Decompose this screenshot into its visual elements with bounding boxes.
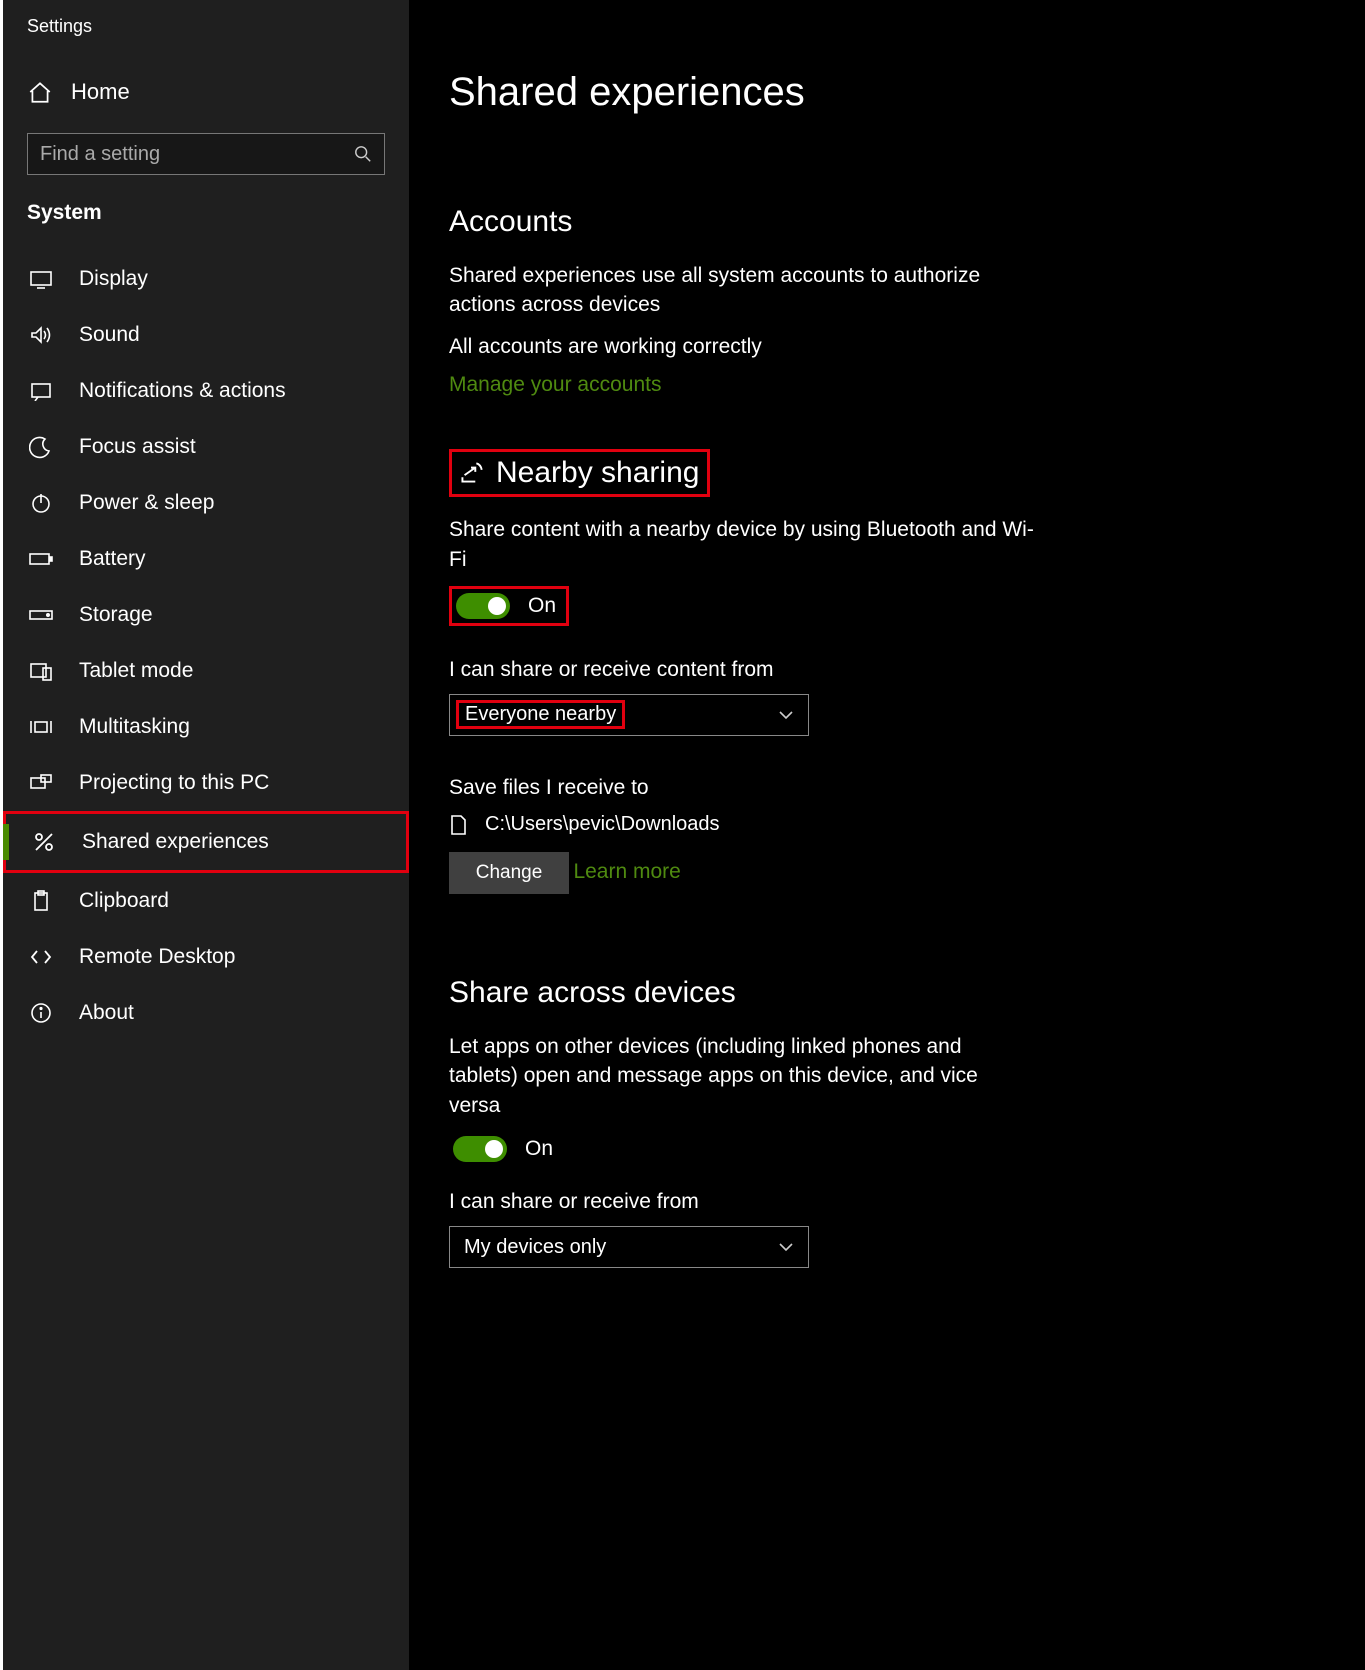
nav-label: Projecting to this PC (79, 771, 269, 795)
nav-display[interactable]: Display (3, 251, 409, 307)
nav-storage[interactable]: Storage (3, 587, 409, 643)
power-icon (27, 491, 55, 515)
accounts-heading: Accounts (449, 205, 1365, 239)
nav-about[interactable]: About (3, 985, 409, 1041)
notifications-icon (27, 379, 55, 403)
window-title: Settings (3, 10, 409, 51)
search-icon (354, 145, 372, 163)
nav-label: Display (79, 267, 148, 291)
across-receive-heading: I can share or receive from (449, 1190, 1365, 1214)
nav-label: Focus assist (79, 435, 196, 459)
nav-focus-assist[interactable]: Focus assist (3, 419, 409, 475)
nearby-receive-heading: I can share or receive content from (449, 658, 1365, 682)
nav-sound[interactable]: Sound (3, 307, 409, 363)
nav-tablet-mode[interactable]: Tablet mode (3, 643, 409, 699)
nearby-toggle-label: On (528, 594, 556, 618)
nearby-receive-value: Everyone nearby (456, 700, 625, 729)
search-box[interactable] (27, 133, 385, 175)
nav-label: Tablet mode (79, 659, 193, 683)
info-icon (27, 1001, 55, 1025)
nav-remote-desktop[interactable]: Remote Desktop (3, 929, 409, 985)
nav-clipboard[interactable]: Clipboard (3, 873, 409, 929)
nearby-heading: Nearby sharing (496, 456, 699, 490)
clipboard-icon (27, 889, 55, 913)
shared-experiences-icon (30, 830, 58, 854)
nav-projecting[interactable]: Projecting to this PC (3, 755, 409, 811)
projecting-icon (27, 771, 55, 795)
nav-multitasking[interactable]: Multitasking (3, 699, 409, 755)
nav-label: Shared experiences (82, 830, 269, 854)
across-toggle-row: On (449, 1132, 1365, 1166)
remote-desktop-icon (27, 945, 55, 969)
search-input[interactable] (40, 143, 354, 166)
nearby-heading-highlight: Nearby sharing (449, 449, 710, 497)
multitasking-icon (27, 715, 55, 739)
home-icon (27, 81, 53, 103)
nearby-heading-row: Nearby sharing (452, 452, 707, 494)
accounts-desc: Shared experiences use all system accoun… (449, 261, 1009, 320)
battery-icon (27, 547, 55, 571)
share-icon (456, 458, 486, 488)
nav-label: Multitasking (79, 715, 190, 739)
main-content: Shared experiences Accounts Shared exper… (409, 0, 1365, 1670)
across-toggle[interactable] (453, 1136, 507, 1162)
nav-label: Battery (79, 547, 146, 571)
moon-icon (27, 435, 55, 459)
nav-label: Notifications & actions (79, 379, 286, 403)
change-button[interactable]: Change (449, 852, 569, 894)
save-path: C:\Users\pevic\Downloads (485, 813, 720, 836)
across-receive-value: My devices only (464, 1236, 606, 1259)
nav-shared-experiences[interactable]: Shared experiences (3, 811, 409, 873)
storage-icon (27, 603, 55, 627)
nav-list: Display Sound Notifications & actions Fo… (3, 251, 409, 1041)
display-icon (27, 267, 55, 291)
nav-label: Power & sleep (79, 491, 214, 515)
across-toggle-label: On (525, 1137, 553, 1161)
page-title: Shared experiences (449, 70, 1365, 115)
save-files-heading: Save files I receive to (449, 776, 1365, 800)
home-button[interactable]: Home (3, 67, 409, 117)
nearby-desc: Share content with a nearby device by us… (449, 515, 1049, 574)
save-path-row: C:\Users\pevic\Downloads (449, 812, 1365, 838)
across-receive-dropdown[interactable]: My devices only (449, 1226, 809, 1268)
manage-accounts-link[interactable]: Manage your accounts (449, 373, 661, 397)
nav-label: Remote Desktop (79, 945, 235, 969)
nearby-toggle[interactable] (456, 593, 510, 619)
sound-icon (27, 323, 55, 347)
sidebar: Settings Home System Display Sound Notif… (0, 0, 409, 1670)
chevron-down-icon (778, 1242, 794, 1252)
learn-more-link[interactable]: Learn more (573, 860, 680, 884)
nearby-receive-dropdown[interactable]: Everyone nearby (449, 694, 809, 736)
nearby-toggle-highlight: On (449, 586, 569, 626)
nav-battery[interactable]: Battery (3, 531, 409, 587)
chevron-down-icon (778, 710, 794, 720)
accounts-status: All accounts are working correctly (449, 332, 1009, 361)
nav-power-sleep[interactable]: Power & sleep (3, 475, 409, 531)
across-desc: Let apps on other devices (including lin… (449, 1032, 1029, 1120)
across-heading: Share across devices (449, 976, 1365, 1010)
tablet-icon (27, 659, 55, 683)
nearby-toggle-row: On (452, 589, 566, 623)
nav-label: Sound (79, 323, 140, 347)
category-title: System (3, 201, 409, 251)
nav-label: About (79, 1001, 134, 1025)
nav-notifications[interactable]: Notifications & actions (3, 363, 409, 419)
nav-label: Storage (79, 603, 153, 627)
file-icon (449, 812, 471, 838)
home-label: Home (71, 79, 130, 105)
nav-label: Clipboard (79, 889, 169, 913)
